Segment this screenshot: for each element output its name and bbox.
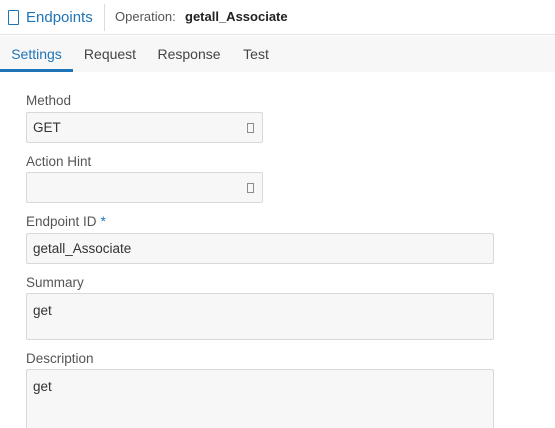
endpoints-link-label: Endpoints	[26, 8, 93, 26]
method-label: Method	[26, 93, 72, 108]
action-hint-select[interactable]	[26, 172, 263, 203]
method-value: GET	[33, 120, 61, 135]
tab-settings[interactable]: Settings	[0, 36, 73, 72]
summary-value: get	[33, 303, 52, 318]
method-select[interactable]: GET	[26, 112, 263, 143]
endpoint-id-value: getall_Associate	[33, 241, 132, 256]
endpoint-id-field[interactable]: getall_Associate	[26, 233, 494, 264]
operation-label: Operation:	[115, 9, 176, 24]
header-divider	[104, 4, 105, 31]
tab-request[interactable]: Request	[76, 36, 144, 72]
top-bar: Endpoints Operation: getall_Associate	[0, 0, 555, 35]
description-field[interactable]: get	[26, 369, 494, 428]
summary-field[interactable]: get	[26, 293, 494, 340]
summary-label: Summary	[26, 275, 84, 290]
page-icon	[8, 9, 19, 25]
dropdown-icon	[247, 182, 254, 193]
dropdown-icon	[247, 122, 254, 133]
endpoint-id-label: Endpoint ID *	[26, 213, 106, 229]
endpoints-back-link[interactable]: Endpoints	[8, 7, 93, 27]
tab-bar: Settings Request Response Test	[0, 36, 555, 72]
description-value: get	[33, 379, 52, 394]
description-label: Description	[26, 351, 94, 366]
required-indicator: *	[100, 213, 106, 229]
operation-name: getall_Associate	[185, 9, 288, 24]
endpoint-id-label-text: Endpoint ID	[26, 214, 97, 229]
settings-panel: Method GET Action Hint Endpoint ID * geta…	[0, 72, 555, 428]
tab-test[interactable]: Test	[237, 36, 275, 72]
action-hint-label: Action Hint	[26, 154, 92, 169]
tab-response[interactable]: Response	[152, 36, 226, 72]
